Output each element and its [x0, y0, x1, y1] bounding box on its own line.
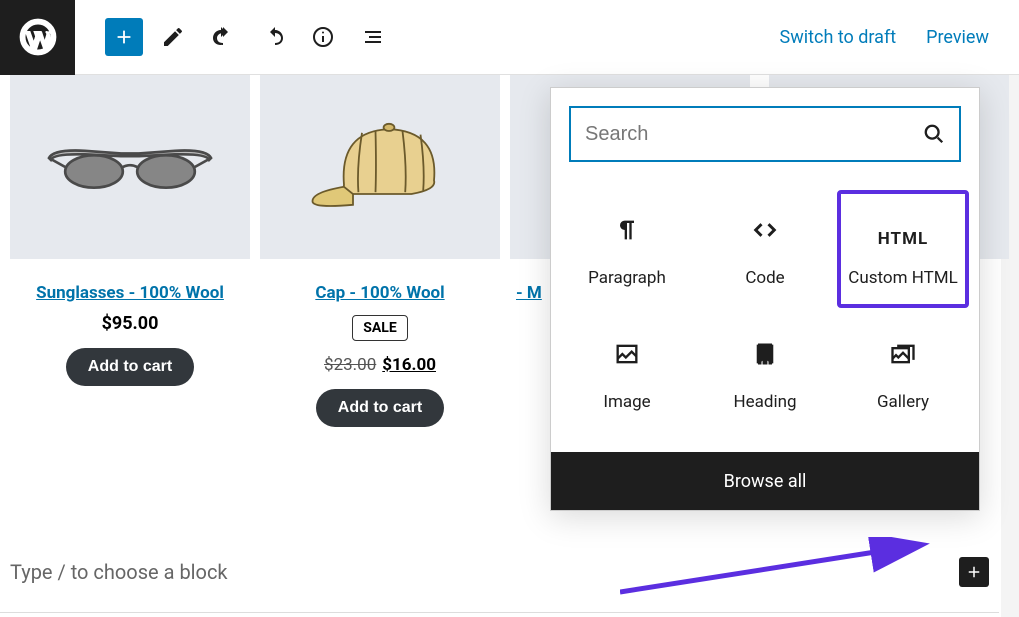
block-option-label: Image: [603, 392, 650, 412]
block-option-label: Gallery: [877, 392, 929, 412]
block-grid: Paragraph Code HTML Custom HTML Image He…: [551, 180, 979, 452]
undo-icon[interactable]: [203, 17, 243, 57]
product-price: $95.00: [102, 313, 159, 334]
product-title-link[interactable]: - M: [516, 283, 542, 303]
gallery-icon: [889, 334, 917, 374]
block-search-input[interactable]: [585, 123, 923, 146]
product-image: [260, 75, 500, 259]
block-option-gallery[interactable]: Gallery: [837, 314, 969, 432]
wordpress-logo[interactable]: [0, 0, 75, 75]
prompt-placeholder: Type / to choose a block: [10, 560, 228, 584]
add-block-inline-button[interactable]: [959, 557, 989, 587]
product-title-link[interactable]: Sunglasses - 100% Wool: [36, 283, 224, 303]
editor-canvas: Sunglasses - 100% Wool $95.00 Add to car…: [0, 75, 1019, 617]
new-block-prompt[interactable]: Type / to choose a block: [10, 557, 989, 587]
redo-icon[interactable]: [253, 17, 293, 57]
product-card: Sunglasses - 100% Wool $95.00 Add to car…: [10, 75, 250, 427]
sale-badge: SALE: [352, 315, 407, 341]
preview-link[interactable]: Preview: [926, 27, 989, 48]
product-old-price: $23.00: [324, 355, 376, 375]
block-option-label: Code: [745, 268, 784, 288]
outline-icon[interactable]: [353, 17, 393, 57]
block-option-paragraph[interactable]: Paragraph: [561, 190, 693, 308]
info-icon[interactable]: [303, 17, 343, 57]
add-to-cart-button[interactable]: Add to cart: [66, 348, 194, 386]
block-option-label: Custom HTML: [848, 268, 957, 288]
add-to-cart-button[interactable]: Add to cart: [316, 389, 444, 427]
block-option-code[interactable]: Code: [699, 190, 831, 308]
product-title-link[interactable]: Cap - 100% Wool: [315, 283, 444, 303]
image-icon: [613, 334, 641, 374]
block-option-label: Paragraph: [588, 268, 666, 288]
block-option-label: Heading: [733, 392, 796, 412]
browse-all-button[interactable]: Browse all: [551, 452, 979, 510]
block-option-heading[interactable]: Heading: [699, 314, 831, 432]
block-inserter-popup: Paragraph Code HTML Custom HTML Image He…: [550, 87, 980, 511]
product-new-price: $16.00: [382, 355, 436, 375]
edit-icon[interactable]: [153, 17, 193, 57]
block-search-field[interactable]: [569, 106, 961, 162]
search-icon: [923, 123, 945, 145]
block-option-custom-html[interactable]: HTML Custom HTML: [837, 190, 969, 308]
paragraph-icon: [613, 210, 641, 250]
product-price: $23.00 $16.00: [324, 355, 436, 375]
switch-to-draft-link[interactable]: Switch to draft: [780, 27, 897, 48]
block-option-image[interactable]: Image: [561, 314, 693, 432]
divider: [0, 612, 999, 613]
html-icon: HTML: [878, 210, 928, 250]
product-card: Cap - 100% Wool SALE $23.00 $16.00 Add to…: [260, 75, 500, 427]
add-block-button[interactable]: [105, 18, 143, 56]
code-icon: [751, 210, 779, 250]
editor-top-toolbar: Switch to draft Preview: [0, 0, 1019, 75]
product-image: [10, 75, 250, 259]
